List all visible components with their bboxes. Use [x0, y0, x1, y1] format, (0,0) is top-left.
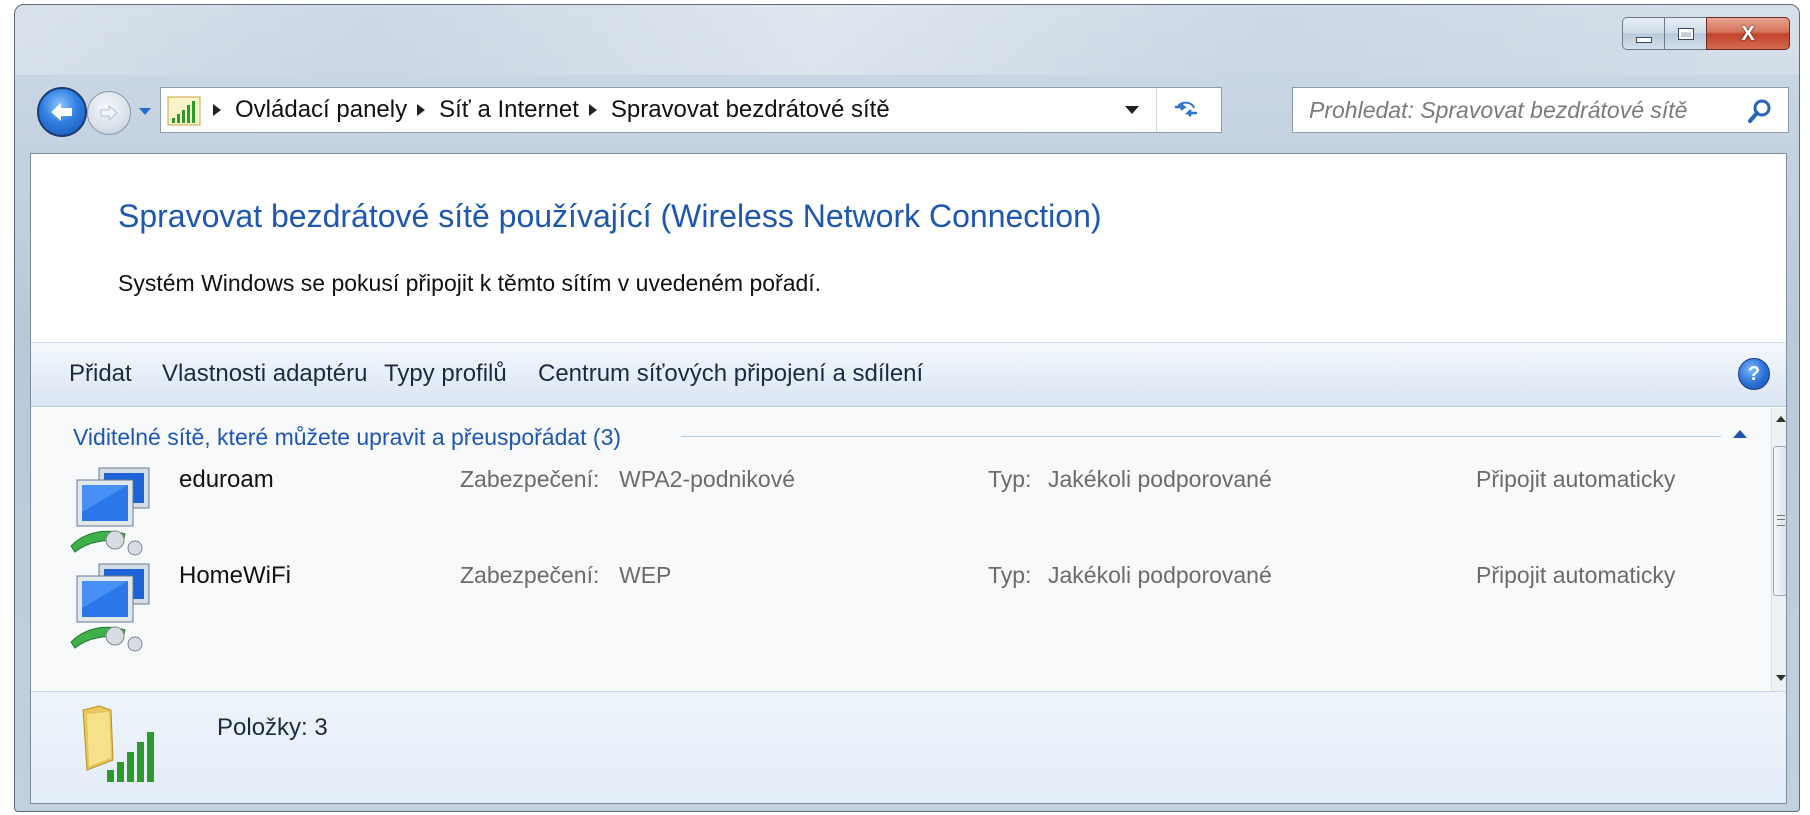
- profile-types-button[interactable]: Typy profilů: [384, 360, 507, 388]
- vertical-scrollbar[interactable]: [1771, 408, 1786, 691]
- maximize-icon: [1677, 27, 1694, 40]
- scroll-down-icon[interactable]: [1776, 675, 1786, 681]
- scroll-thumb[interactable]: [1773, 446, 1786, 596]
- connection-mode: Připojit automaticky: [1476, 466, 1676, 492]
- title-bar[interactable]: [15, 5, 1799, 75]
- list-item[interactable]: eduroam Zabezpečení: WPA2-podnikové Typ:…: [31, 452, 1771, 562]
- address-bar[interactable]: Ovládací panely Síť a Internet Spravovat…: [160, 87, 1222, 133]
- close-button[interactable]: X: [1706, 17, 1790, 50]
- search-icon[interactable]: [1746, 97, 1774, 125]
- network-list: Viditelné sítě, které můžete upravit a p…: [31, 408, 1771, 691]
- close-icon: X: [1741, 22, 1755, 45]
- security-value: WPA2-podnikové: [619, 466, 795, 492]
- command-bar: Přidat Vlastnosti adaptéru Typy profilů …: [31, 342, 1786, 407]
- minimize-icon: [1635, 36, 1652, 43]
- network-computers-icon: [70, 467, 150, 556]
- breadcrumb-network-internet[interactable]: Síť a Internet: [439, 96, 579, 124]
- adapter-properties-button[interactable]: Vlastnosti adaptéru: [162, 360, 367, 388]
- page-title: Spravovat bezdrátové sítě používající (W…: [118, 198, 1102, 234]
- network-name: HomeWiFi: [179, 562, 291, 589]
- recent-pages-dropdown-icon[interactable]: [137, 103, 153, 119]
- window-caption-buttons: X: [1622, 17, 1790, 50]
- breadcrumb-separator-icon[interactable]: [588, 104, 597, 116]
- type-label: Typ:: [988, 466, 1032, 492]
- wireless-folder-icon: [82, 705, 154, 782]
- scroll-grip-icon: [1777, 515, 1785, 526]
- address-divider: [1156, 88, 1157, 132]
- type-label: Typ:: [988, 562, 1032, 588]
- list-item[interactable]: HomeWiFi Zabezpečení: WEP Typ: Jakékoli …: [31, 548, 1771, 658]
- breadcrumb-separator-icon[interactable]: [213, 104, 221, 116]
- type-value: Jakékoli podporované: [1048, 562, 1272, 588]
- network-computers-icon: [70, 563, 150, 652]
- maximize-button[interactable]: [1664, 17, 1706, 50]
- breadcrumb-manage-wireless[interactable]: Spravovat bezdrátové sítě: [611, 96, 890, 124]
- item-count: Položky: 3: [217, 714, 328, 741]
- content-pane: Spravovat bezdrátové sítě používající (W…: [30, 153, 1787, 804]
- search-placeholder[interactable]: Prohledat: Spravovat bezdrátové sítě: [1309, 97, 1687, 124]
- address-history-dropdown-icon[interactable]: [1125, 106, 1139, 114]
- group-divider: [681, 436, 1721, 437]
- page-description: Systém Windows se pokusí připojit k těmt…: [118, 270, 822, 296]
- forward-arrow-icon: [100, 104, 118, 122]
- collapse-group-icon[interactable]: [1733, 430, 1747, 438]
- type-value: Jakékoli podporované: [1048, 466, 1272, 492]
- explorer-window: X Ovládací panely Síť a Internet Spravov…: [14, 4, 1800, 812]
- security-label: Zabezpečení:: [460, 466, 600, 492]
- wireless-network-icon: [167, 94, 203, 126]
- breadcrumb-separator-icon[interactable]: [417, 104, 426, 116]
- minimize-button[interactable]: [1622, 17, 1664, 50]
- network-sharing-center-button[interactable]: Centrum síťových připojení a sdílení: [538, 360, 923, 388]
- connection-mode: Připojit automaticky: [1476, 562, 1676, 588]
- security-label: Zabezpečení:: [460, 562, 600, 588]
- add-button[interactable]: Přidat: [69, 360, 132, 388]
- security-value: WEP: [619, 562, 672, 588]
- details-pane: Položky: 3: [31, 691, 1786, 803]
- network-name: eduroam: [179, 466, 274, 493]
- search-box[interactable]: Prohledat: Spravovat bezdrátové sítě: [1292, 87, 1789, 133]
- refresh-icon[interactable]: [1169, 94, 1203, 126]
- forward-button[interactable]: [87, 91, 131, 135]
- help-icon[interactable]: ?: [1738, 358, 1770, 390]
- scroll-up-icon[interactable]: [1776, 416, 1786, 422]
- breadcrumb-control-panel[interactable]: Ovládací panely: [235, 96, 407, 124]
- back-button[interactable]: [37, 87, 87, 137]
- group-header[interactable]: Viditelné sítě, které můžete upravit a p…: [73, 424, 621, 451]
- back-arrow-icon: [51, 103, 72, 121]
